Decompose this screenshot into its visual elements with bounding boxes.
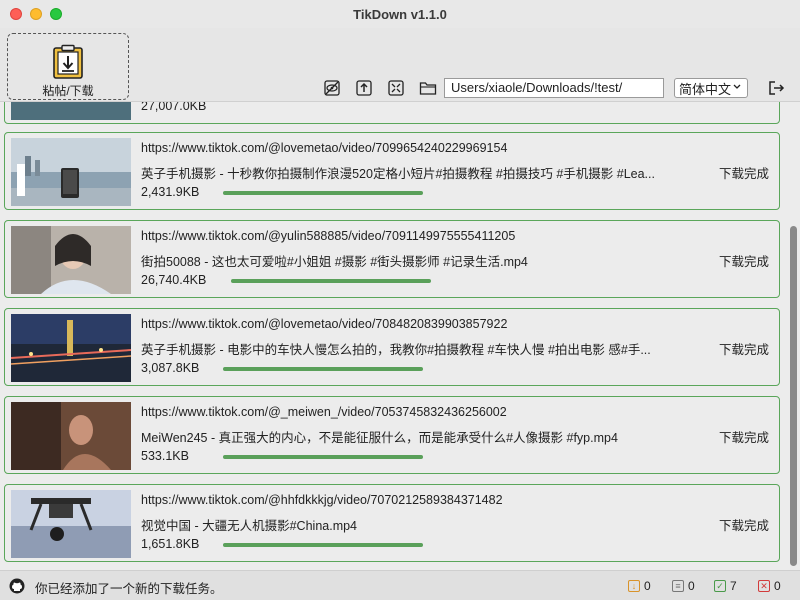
queued-count: 0 — [688, 579, 695, 593]
file-size: 3,087.8KB — [141, 361, 200, 375]
clipboard-download-icon — [53, 44, 83, 79]
download-status: 下载完成 — [718, 519, 769, 533]
paste-download-button[interactable]: 粘帖/下载 — [7, 33, 129, 100]
file-size: 26,740.4KB — [141, 273, 207, 287]
window-controls — [10, 8, 62, 20]
download-status: 下载完成 — [718, 431, 769, 445]
queued-counter: ≡ 0 — [672, 579, 695, 593]
list-item[interactable]: https://www.tiktok.com/@yulin588885/vide… — [4, 220, 780, 298]
pending-count: 0 — [644, 579, 651, 593]
list-item[interactable]: 27,007.0KB — [4, 102, 780, 124]
list-item[interactable]: https://www.tiktok.com/@hhfdkkkjg/video/… — [4, 484, 780, 562]
progress-bar — [223, 543, 423, 547]
failed-count: 0 — [774, 579, 781, 593]
done-count: 7 — [730, 579, 737, 593]
list-item[interactable]: https://www.tiktok.com/@lovemetao/video/… — [4, 132, 780, 210]
list-item[interactable]: https://www.tiktok.com/@lovemetao/video/… — [4, 308, 780, 386]
queue-list-icon: ≡ — [672, 580, 684, 592]
video-url[interactable]: https://www.tiktok.com/@lovemetao/video/… — [141, 317, 507, 331]
file-name: MeiWen245 - 真正强大的内心，不是能征服什么，而是能承受什么#人像摄影… — [141, 431, 618, 445]
progress-bar — [223, 367, 423, 371]
video-thumbnail — [11, 226, 131, 294]
progress-bar — [223, 191, 423, 195]
vertical-scrollbar[interactable] — [788, 102, 800, 570]
maximize-window-button[interactable] — [50, 8, 62, 20]
failed-counter: ✕ 0 — [758, 579, 781, 593]
done-counter: ✓ 7 — [714, 579, 737, 593]
status-bar: 你已经添加了一个新的下载任务。 ↓ 0 ≡ 0 ✓ 7 ✕ 0 — [0, 570, 800, 600]
folder-icon[interactable] — [418, 78, 438, 98]
video-url[interactable]: https://www.tiktok.com/@hhfdkkkjg/video/… — [141, 493, 503, 507]
download-path-input[interactable]: Users/xiaole/Downloads/!test/ — [444, 78, 664, 98]
close-window-button[interactable] — [10, 8, 22, 20]
scrollbar-thumb[interactable] — [790, 226, 797, 566]
app-window: TikDown v1.1.0 粘帖/下载 Users/xiaole/Downlo… — [0, 0, 800, 600]
file-size: 1,651.8KB — [141, 537, 200, 551]
video-url[interactable]: https://www.tiktok.com/@lovemetao/video/… — [141, 141, 507, 155]
file-size: 27,007.0KB — [141, 102, 207, 113]
list-item[interactable]: https://www.tiktok.com/@_meiwen_/video/7… — [4, 396, 780, 474]
file-name: 英子手机摄影 - 电影中的车快人慢怎么拍的，我教你#拍摄教程 #车快人慢 #拍出… — [141, 343, 651, 357]
video-thumbnail — [11, 490, 131, 558]
download-status: 下载完成 — [718, 167, 769, 181]
pending-download-icon: ↓ — [628, 580, 640, 592]
paste-download-label: 粘帖/下载 — [42, 84, 94, 98]
github-icon[interactable] — [9, 578, 25, 594]
logout-icon[interactable] — [766, 78, 786, 98]
file-name: 街拍50088 - 这也太可爱啦#小姐姐 #摄影 #街头摄影师 #记录生活.mp… — [141, 255, 528, 269]
download-status: 下载完成 — [718, 343, 769, 357]
download-status: 下载完成 — [718, 255, 769, 269]
language-select[interactable]: 简体中文 — [674, 78, 748, 98]
minimize-window-button[interactable] — [30, 8, 42, 20]
file-name: 英子手机摄影 - 十秒教你拍摄制作浪漫520定格小短片#拍摄教程 #拍摄技巧 #… — [141, 167, 655, 181]
video-thumbnail — [11, 102, 131, 120]
video-thumbnail — [11, 402, 131, 470]
error-x-icon: ✕ — [758, 580, 770, 592]
video-thumbnail — [11, 138, 131, 206]
title-bar: TikDown v1.1.0 — [0, 0, 800, 28]
hide-icon[interactable] — [322, 78, 342, 98]
check-icon: ✓ — [714, 580, 726, 592]
language-select-value: 简体中文 — [679, 81, 732, 97]
file-size: 533.1KB — [141, 449, 189, 463]
file-name: 视觉中国 - 大疆无人机摄影#China.mp4 — [141, 519, 358, 533]
toolbar: 粘帖/下载 Users/xiaole/Downloads/!test/ 简体中文 — [0, 28, 800, 102]
video-thumbnail — [11, 314, 131, 382]
download-list[interactable]: 27,007.0KB https://www.tiktok.com/@lovem… — [0, 102, 788, 570]
collapse-icon[interactable] — [386, 78, 406, 98]
upload-icon[interactable] — [354, 78, 374, 98]
progress-bar — [223, 455, 423, 459]
video-url[interactable]: https://www.tiktok.com/@yulin588885/vide… — [141, 229, 515, 243]
status-message: 你已经添加了一个新的下载任务。 — [35, 582, 223, 596]
progress-bar — [231, 279, 431, 283]
window-title: TikDown v1.1.0 — [353, 6, 447, 22]
file-size: 2,431.9KB — [141, 185, 200, 199]
chevron-down-icon — [732, 81, 742, 94]
video-url[interactable]: https://www.tiktok.com/@_meiwen_/video/7… — [141, 405, 507, 419]
pending-counter: ↓ 0 — [628, 579, 651, 593]
